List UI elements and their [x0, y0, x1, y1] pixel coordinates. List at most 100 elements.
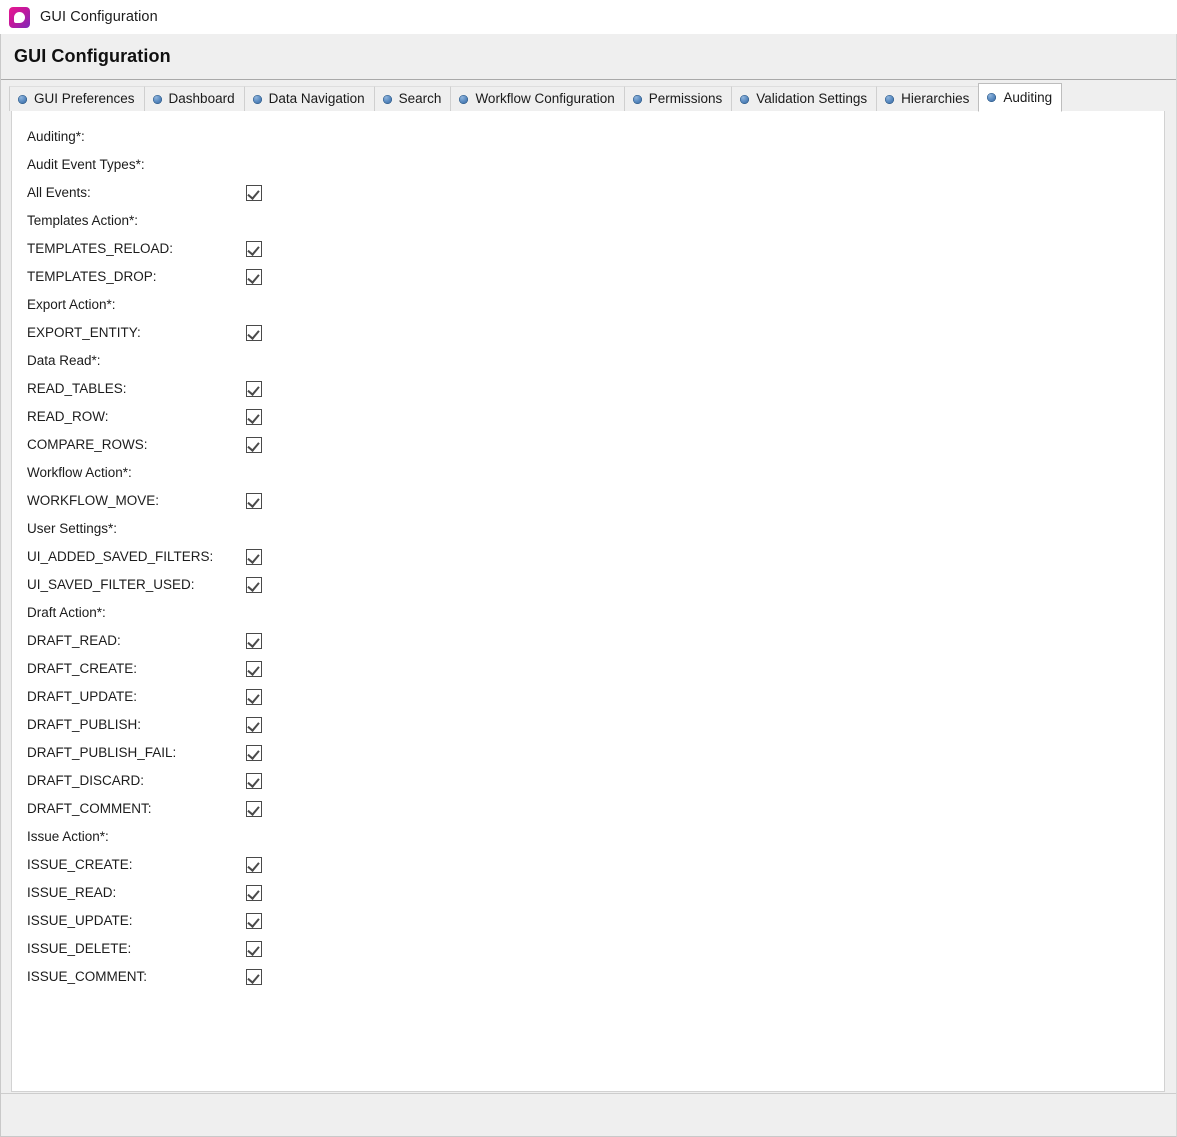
- tabstrip-wrap: GUI Preferences Dashboard Data Navigation S…: [1, 80, 1176, 112]
- tab-label: Dashboard: [168, 91, 235, 107]
- form-row: READ_TABLES:: [12, 375, 1164, 403]
- tab-dashboard[interactable]: Dashboard: [143, 86, 245, 111]
- checkbox-draft-discard[interactable]: [246, 773, 262, 789]
- checkbox-draft-create[interactable]: [246, 661, 262, 677]
- row-label: TEMPLATES_DROP:: [27, 269, 157, 285]
- tab-validation-settings[interactable]: Validation Settings: [731, 86, 878, 111]
- row-label: COMPARE_ROWS:: [27, 437, 148, 453]
- tabstrip: GUI Preferences Dashboard Data Navigation S…: [1, 80, 1176, 112]
- tab-bullet-icon: [382, 94, 392, 104]
- tab-bullet-icon: [152, 94, 162, 104]
- form-row: DRAFT_PUBLISH:: [12, 711, 1164, 739]
- tab-bullet-icon: [632, 94, 642, 104]
- checkbox-draft-comment[interactable]: [246, 801, 262, 817]
- form-row: ISSUE_READ:: [12, 879, 1164, 907]
- form-group-heading: Audit Event Types*:: [12, 151, 1164, 179]
- form-row: All Events:: [12, 179, 1164, 207]
- form-row: TEMPLATES_DROP:: [12, 263, 1164, 291]
- form-row: COMPARE_ROWS:: [12, 431, 1164, 459]
- tab-bullet-icon: [987, 93, 997, 102]
- form-row: DRAFT_DISCARD:: [12, 767, 1164, 795]
- window-titlebar: GUI Configuration: [0, 0, 1177, 34]
- form-row: DRAFT_UPDATE:: [12, 683, 1164, 711]
- tab-permissions[interactable]: Permissions: [623, 86, 733, 111]
- row-label: UI_ADDED_SAVED_FILTERS:: [27, 549, 214, 565]
- row-label: DRAFT_PUBLISH_FAIL:: [27, 745, 177, 761]
- checkbox-ui-added-saved-filters[interactable]: [246, 549, 262, 565]
- group-label: Audit Event Types*:: [27, 157, 145, 173]
- group-label: Workflow Action*:: [27, 465, 132, 481]
- row-label: ISSUE_CREATE:: [27, 857, 133, 873]
- checkbox-ui-saved-filter-used[interactable]: [246, 577, 262, 593]
- checkbox-read-row[interactable]: [246, 409, 262, 425]
- tab-data-navigation[interactable]: Data Navigation: [243, 86, 375, 111]
- checkbox-draft-publish-fail[interactable]: [246, 745, 262, 761]
- form-row: UI_ADDED_SAVED_FILTERS:: [12, 543, 1164, 571]
- row-label: DRAFT_PUBLISH:: [27, 717, 142, 733]
- tab-bullet-icon: [459, 94, 469, 104]
- form-group-heading: Templates Action*:: [12, 207, 1164, 235]
- form-row: ISSUE_DELETE:: [12, 935, 1164, 963]
- app-logo-icon: [9, 6, 30, 28]
- row-label: ISSUE_COMMENT:: [27, 969, 148, 985]
- row-label: ISSUE_READ:: [27, 885, 117, 901]
- form-group-heading: User Settings*:: [12, 515, 1164, 543]
- tab-workflow-configuration[interactable]: Workflow Configuration: [450, 86, 625, 111]
- checkbox-draft-publish[interactable]: [246, 717, 262, 733]
- group-label: Templates Action*:: [27, 213, 139, 229]
- row-label: WORKFLOW_MOVE:: [27, 493, 160, 509]
- page-header: GUI Configuration: [1, 34, 1176, 80]
- checkbox-compare-rows[interactable]: [246, 437, 262, 453]
- tab-label: Search: [398, 91, 442, 107]
- group-label: Data Read*:: [27, 353, 101, 369]
- tab-gui-preferences[interactable]: GUI Preferences: [9, 86, 145, 111]
- checkbox-workflow-move[interactable]: [246, 493, 262, 509]
- checkbox-issue-update[interactable]: [246, 913, 262, 929]
- form-row: DRAFT_CREATE:: [12, 655, 1164, 683]
- form-row: WORKFLOW_MOVE:: [12, 487, 1164, 515]
- checkbox-draft-read[interactable]: [246, 633, 262, 649]
- form-row: ISSUE_COMMENT:: [12, 963, 1164, 991]
- tab-label: Data Navigation: [268, 91, 365, 107]
- checkbox-draft-update[interactable]: [246, 689, 262, 705]
- checkbox-issue-read[interactable]: [246, 885, 262, 901]
- row-label: UI_SAVED_FILTER_USED:: [27, 577, 195, 593]
- tab-bullet-icon: [740, 94, 750, 104]
- checkbox-issue-create[interactable]: [246, 857, 262, 873]
- form-row: READ_ROW:: [12, 403, 1164, 431]
- group-label: User Settings*:: [27, 521, 118, 537]
- form-row: DRAFT_COMMENT:: [12, 795, 1164, 823]
- tab-search[interactable]: Search: [373, 86, 452, 111]
- group-label: Issue Action*:: [27, 829, 109, 845]
- checkbox-issue-delete[interactable]: [246, 941, 262, 957]
- group-label: Export Action*:: [27, 297, 116, 313]
- form-group-heading: Issue Action*:: [12, 823, 1164, 851]
- form-row: DRAFT_READ:: [12, 627, 1164, 655]
- form-group-heading: Workflow Action*:: [12, 459, 1164, 487]
- form-row: TEMPLATES_RELOAD:: [12, 235, 1164, 263]
- group-label: Auditing*:: [27, 129, 85, 145]
- tab-auditing[interactable]: Auditing: [978, 83, 1063, 112]
- checkbox-all-events[interactable]: [246, 185, 262, 201]
- form-group-heading: Draft Action*:: [12, 599, 1164, 627]
- row-label: DRAFT_DISCARD:: [27, 773, 145, 789]
- tab-label: GUI Preferences: [34, 91, 135, 107]
- row-label: All Events:: [27, 185, 91, 201]
- form-row: DRAFT_PUBLISH_FAIL:: [12, 739, 1164, 767]
- form-row: EXPORT_ENTITY:: [12, 319, 1164, 347]
- window-frame: GUI Configuration GUI Preferences Dashboa…: [0, 34, 1177, 1137]
- row-label: DRAFT_COMMENT:: [27, 801, 152, 817]
- checkbox-templates-drop[interactable]: [246, 269, 262, 285]
- row-label: EXPORT_ENTITY:: [27, 325, 141, 341]
- page-title: GUI Configuration: [14, 46, 171, 66]
- checkbox-templates-reload[interactable]: [246, 241, 262, 257]
- tab-bullet-icon: [252, 94, 262, 104]
- checkbox-export-entity[interactable]: [246, 325, 262, 341]
- row-label: ISSUE_UPDATE:: [27, 913, 133, 929]
- form-row: UI_SAVED_FILTER_USED:: [12, 571, 1164, 599]
- checkbox-issue-comment[interactable]: [246, 969, 262, 985]
- footer-band: [1, 1093, 1176, 1136]
- row-label: READ_ROW:: [27, 409, 109, 425]
- tab-hierarchies[interactable]: Hierarchies: [876, 86, 980, 111]
- checkbox-read-tables[interactable]: [246, 381, 262, 397]
